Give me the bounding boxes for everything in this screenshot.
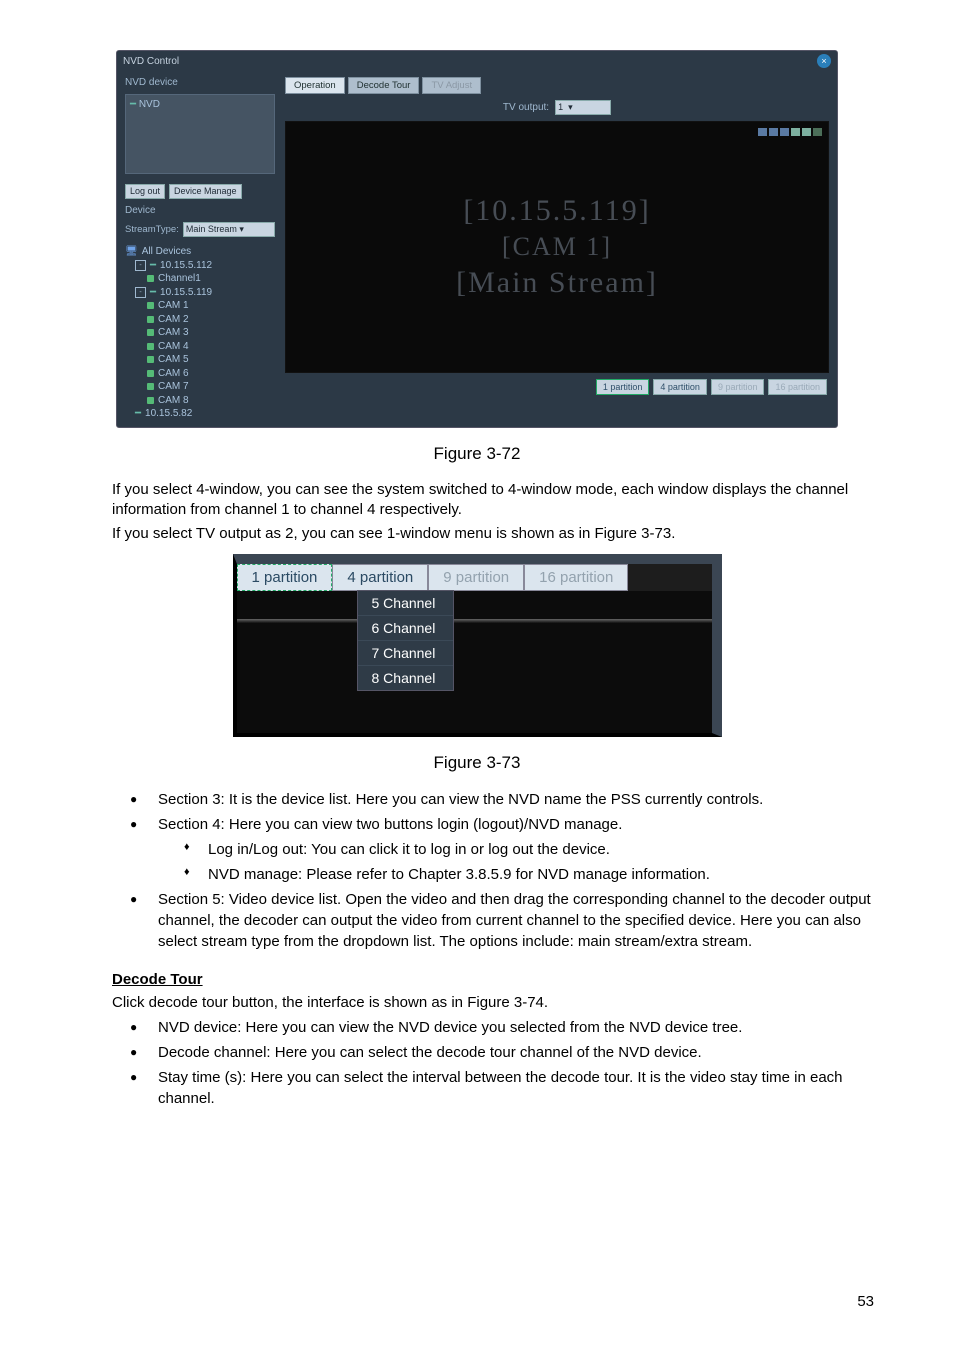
partition-1-button[interactable]: 1 partition [596,379,650,395]
partition-16-button[interactable]: 16 partition [768,379,827,395]
body-para-2: If you select TV output as 2, you can se… [112,524,884,544]
expand-icon[interactable]: - [135,287,146,298]
tv-output-select[interactable]: 1 ▾ [555,100,611,115]
nvd-device-tree[interactable]: ━ NVD [125,94,275,174]
expand-icon[interactable]: - [135,260,146,271]
list-item: Section 5: Video device list. Open the v… [130,889,884,952]
overlay-ip: [10.15.5.119] [463,194,650,228]
decode-tour-intro: Click decode tour button, the interface … [112,993,884,1013]
menu-item-5[interactable]: 5 Channel [358,591,454,616]
video-area[interactable]: [10.15.5.119] [CAM 1] [Main Stream] [285,121,829,373]
nvd-device-label: NVD device [125,77,275,88]
list-item: Section 3: It is the device list. Here y… [130,789,884,810]
partition-9-button[interactable]: 9 partition [711,379,765,395]
logout-button[interactable]: Log out [125,184,165,199]
window-title: NVD Control [123,56,179,67]
channel-menu: 5 Channel 6 Channel 7 Channel 8 Channel [357,590,455,691]
figure-caption-73: Figure 3-73 [70,753,884,773]
streamtype-label: StreamType: [125,224,179,235]
device-tree[interactable]: 🖥 All Devices - ━ 10.15.5.112 Channel1 -… [125,245,275,421]
page-number: 53 [857,1293,874,1310]
decode-tour-heading: Decode Tour [112,970,884,990]
list-item: Stay time (s): Here you can select the i… [130,1067,884,1109]
menu-item-8[interactable]: 8 Channel [358,666,454,690]
tab-operation[interactable]: Operation [285,77,345,94]
section-list: Section 3: It is the device list. Here y… [130,789,884,952]
menu-item-7[interactable]: 7 Channel [358,641,454,666]
decode-tour-list: NVD device: Here you can view the NVD de… [130,1017,884,1109]
list-item: NVD manage: Please refer to Chapter 3.8.… [184,864,884,885]
device-label: Device [125,205,275,216]
device-manage-button[interactable]: Device Manage [169,184,242,199]
f73-partition-1-button[interactable]: 1 partition [237,564,333,591]
list-item: Log in/Log out: You can click it to log … [184,839,884,860]
tabs-row: Operation Decode Tour TV Adjust [285,77,829,94]
palette-icon [758,128,822,136]
partition-4-button[interactable]: 4 partition [653,379,707,395]
overlay-cam: [CAM 1] [502,232,612,262]
menu-item-6[interactable]: 6 Channel [358,616,454,641]
body-para-1: If you select 4-window, you can see the … [112,480,884,521]
f73-partition-9-button[interactable]: 9 partition [428,564,524,591]
figure-73: 1 partition 4 partition 9 partition 16 p… [233,554,722,737]
tab-decode-tour[interactable]: Decode Tour [348,77,420,94]
partition-row: 1 partition 4 partition 9 partition 16 p… [285,373,829,399]
streamtype-select[interactable]: Main Stream ▾ [183,222,275,237]
figure-caption-72: Figure 3-72 [70,444,884,464]
left-panel: NVD device ━ NVD Log out Device Manage D… [117,71,281,427]
close-icon[interactable]: × [817,54,831,68]
list-item: Decode channel: Here you can select the … [130,1042,884,1063]
tab-tv-adjust[interactable]: TV Adjust [422,77,481,94]
nvd-control-window: NVD Control × NVD device ━ NVD Log out D… [116,50,838,428]
titlebar: NVD Control × [117,51,837,71]
right-panel: Operation Decode Tour TV Adjust TV outpu… [281,71,837,427]
list-item: Section 4: Here you can view two buttons… [130,814,884,885]
overlay-stream: [Main Stream] [456,266,658,300]
tv-output-label: TV output: [503,102,549,113]
f73-partition-4-button[interactable]: 4 partition [332,564,428,591]
list-item: NVD device: Here you can view the NVD de… [130,1017,884,1038]
f73-partition-16-button[interactable]: 16 partition [524,564,628,591]
